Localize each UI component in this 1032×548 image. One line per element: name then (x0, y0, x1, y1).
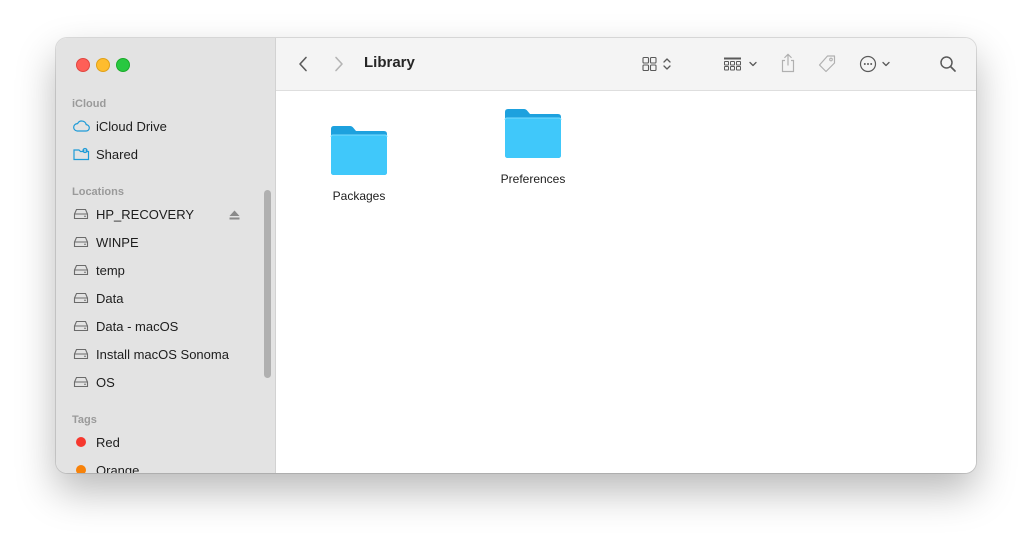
sidebar-scroll-area[interactable]: iCloud iCloud Drive Shared Locations HP_… (56, 90, 275, 473)
sidebar-item-data-macos[interactable]: Data - macOS (72, 315, 262, 337)
folder-item-packages[interactable]: Packages (309, 124, 409, 203)
folder-icon (502, 109, 564, 165)
sidebar-item-label: Install macOS Sonoma (96, 346, 229, 362)
tag-color-dot-container (72, 462, 90, 473)
sidebar-section-icloud: iCloud (72, 98, 107, 110)
sidebar-scrollbar[interactable] (264, 190, 271, 378)
orange-tag-dot-icon (76, 465, 86, 473)
more-actions-icon[interactable] (858, 54, 898, 74)
close-window-button[interactable] (76, 58, 90, 72)
sidebar-item-winpe[interactable]: WINPE (72, 231, 262, 253)
sidebar-section-tags: Tags (72, 414, 97, 426)
sidebar-item-label: HP_RECOVERY (96, 206, 195, 222)
group-by-icon[interactable] (722, 55, 762, 73)
sidebar-item-label: Orange (96, 462, 140, 474)
sidebar-item-label: Shared (96, 146, 138, 162)
share-icon[interactable] (778, 52, 798, 74)
drive-icon (72, 374, 90, 390)
sidebar-item-os[interactable]: OS (72, 371, 262, 393)
sidebar-item-shared[interactable]: Shared (72, 143, 262, 165)
sidebar-item-label: OS (96, 374, 115, 390)
grid-view-icon[interactable] (640, 55, 680, 73)
sidebar-item-install-macos-sonoma[interactable]: Install macOS Sonoma (72, 343, 262, 365)
sidebar-item-tag-red[interactable]: Red (72, 431, 262, 453)
sidebar-section-locations: Locations (72, 186, 124, 198)
folder-item-preferences[interactable]: Preferences (483, 107, 583, 186)
drive-icon (72, 290, 90, 306)
zoom-window-button[interactable] (116, 58, 130, 72)
chevron-left-icon[interactable] (294, 55, 312, 73)
sidebar-item-icloud-drive[interactable]: iCloud Drive (72, 115, 262, 137)
sidebar-item-label: Data - macOS (96, 318, 179, 334)
folder-name: Packages (332, 189, 386, 203)
cloud-icon (72, 118, 90, 134)
sidebar: iCloud iCloud Drive Shared Locations HP_… (56, 38, 276, 473)
drive-icon (72, 318, 90, 334)
search-icon[interactable] (938, 54, 958, 74)
sidebar-item-label: temp (96, 262, 125, 278)
sidebar-item-label: Data (96, 290, 124, 306)
finder-window: iCloud iCloud Drive Shared Locations HP_… (56, 38, 976, 473)
sidebar-item-data[interactable]: Data (72, 287, 262, 309)
folder-icon (328, 126, 390, 182)
drive-icon (72, 206, 90, 222)
sidebar-item-tag-orange[interactable]: Orange (72, 459, 262, 473)
sidebar-item-label: iCloud Drive (96, 118, 167, 134)
drive-icon (72, 346, 90, 362)
shared-folder-icon (72, 146, 90, 162)
drive-icon (72, 262, 90, 278)
eject-icon[interactable] (229, 208, 240, 223)
tag-icon[interactable] (816, 53, 838, 75)
drive-icon (72, 234, 90, 250)
window-title: Library (364, 54, 415, 71)
sidebar-item-label: WINPE (96, 234, 139, 250)
red-tag-dot-icon (76, 437, 86, 447)
toolbar: Library (276, 38, 976, 91)
folder-name: Preferences (500, 172, 566, 186)
minimize-window-button[interactable] (96, 58, 110, 72)
file-browser-content[interactable]: Packages Preferences (276, 91, 976, 473)
sidebar-item-label: Red (96, 434, 120, 450)
tag-color-dot-container (72, 434, 90, 450)
sidebar-item-hp-recovery[interactable]: HP_RECOVERY (72, 203, 262, 225)
chevron-right-icon[interactable] (330, 55, 348, 73)
sidebar-item-temp[interactable]: temp (72, 259, 262, 281)
